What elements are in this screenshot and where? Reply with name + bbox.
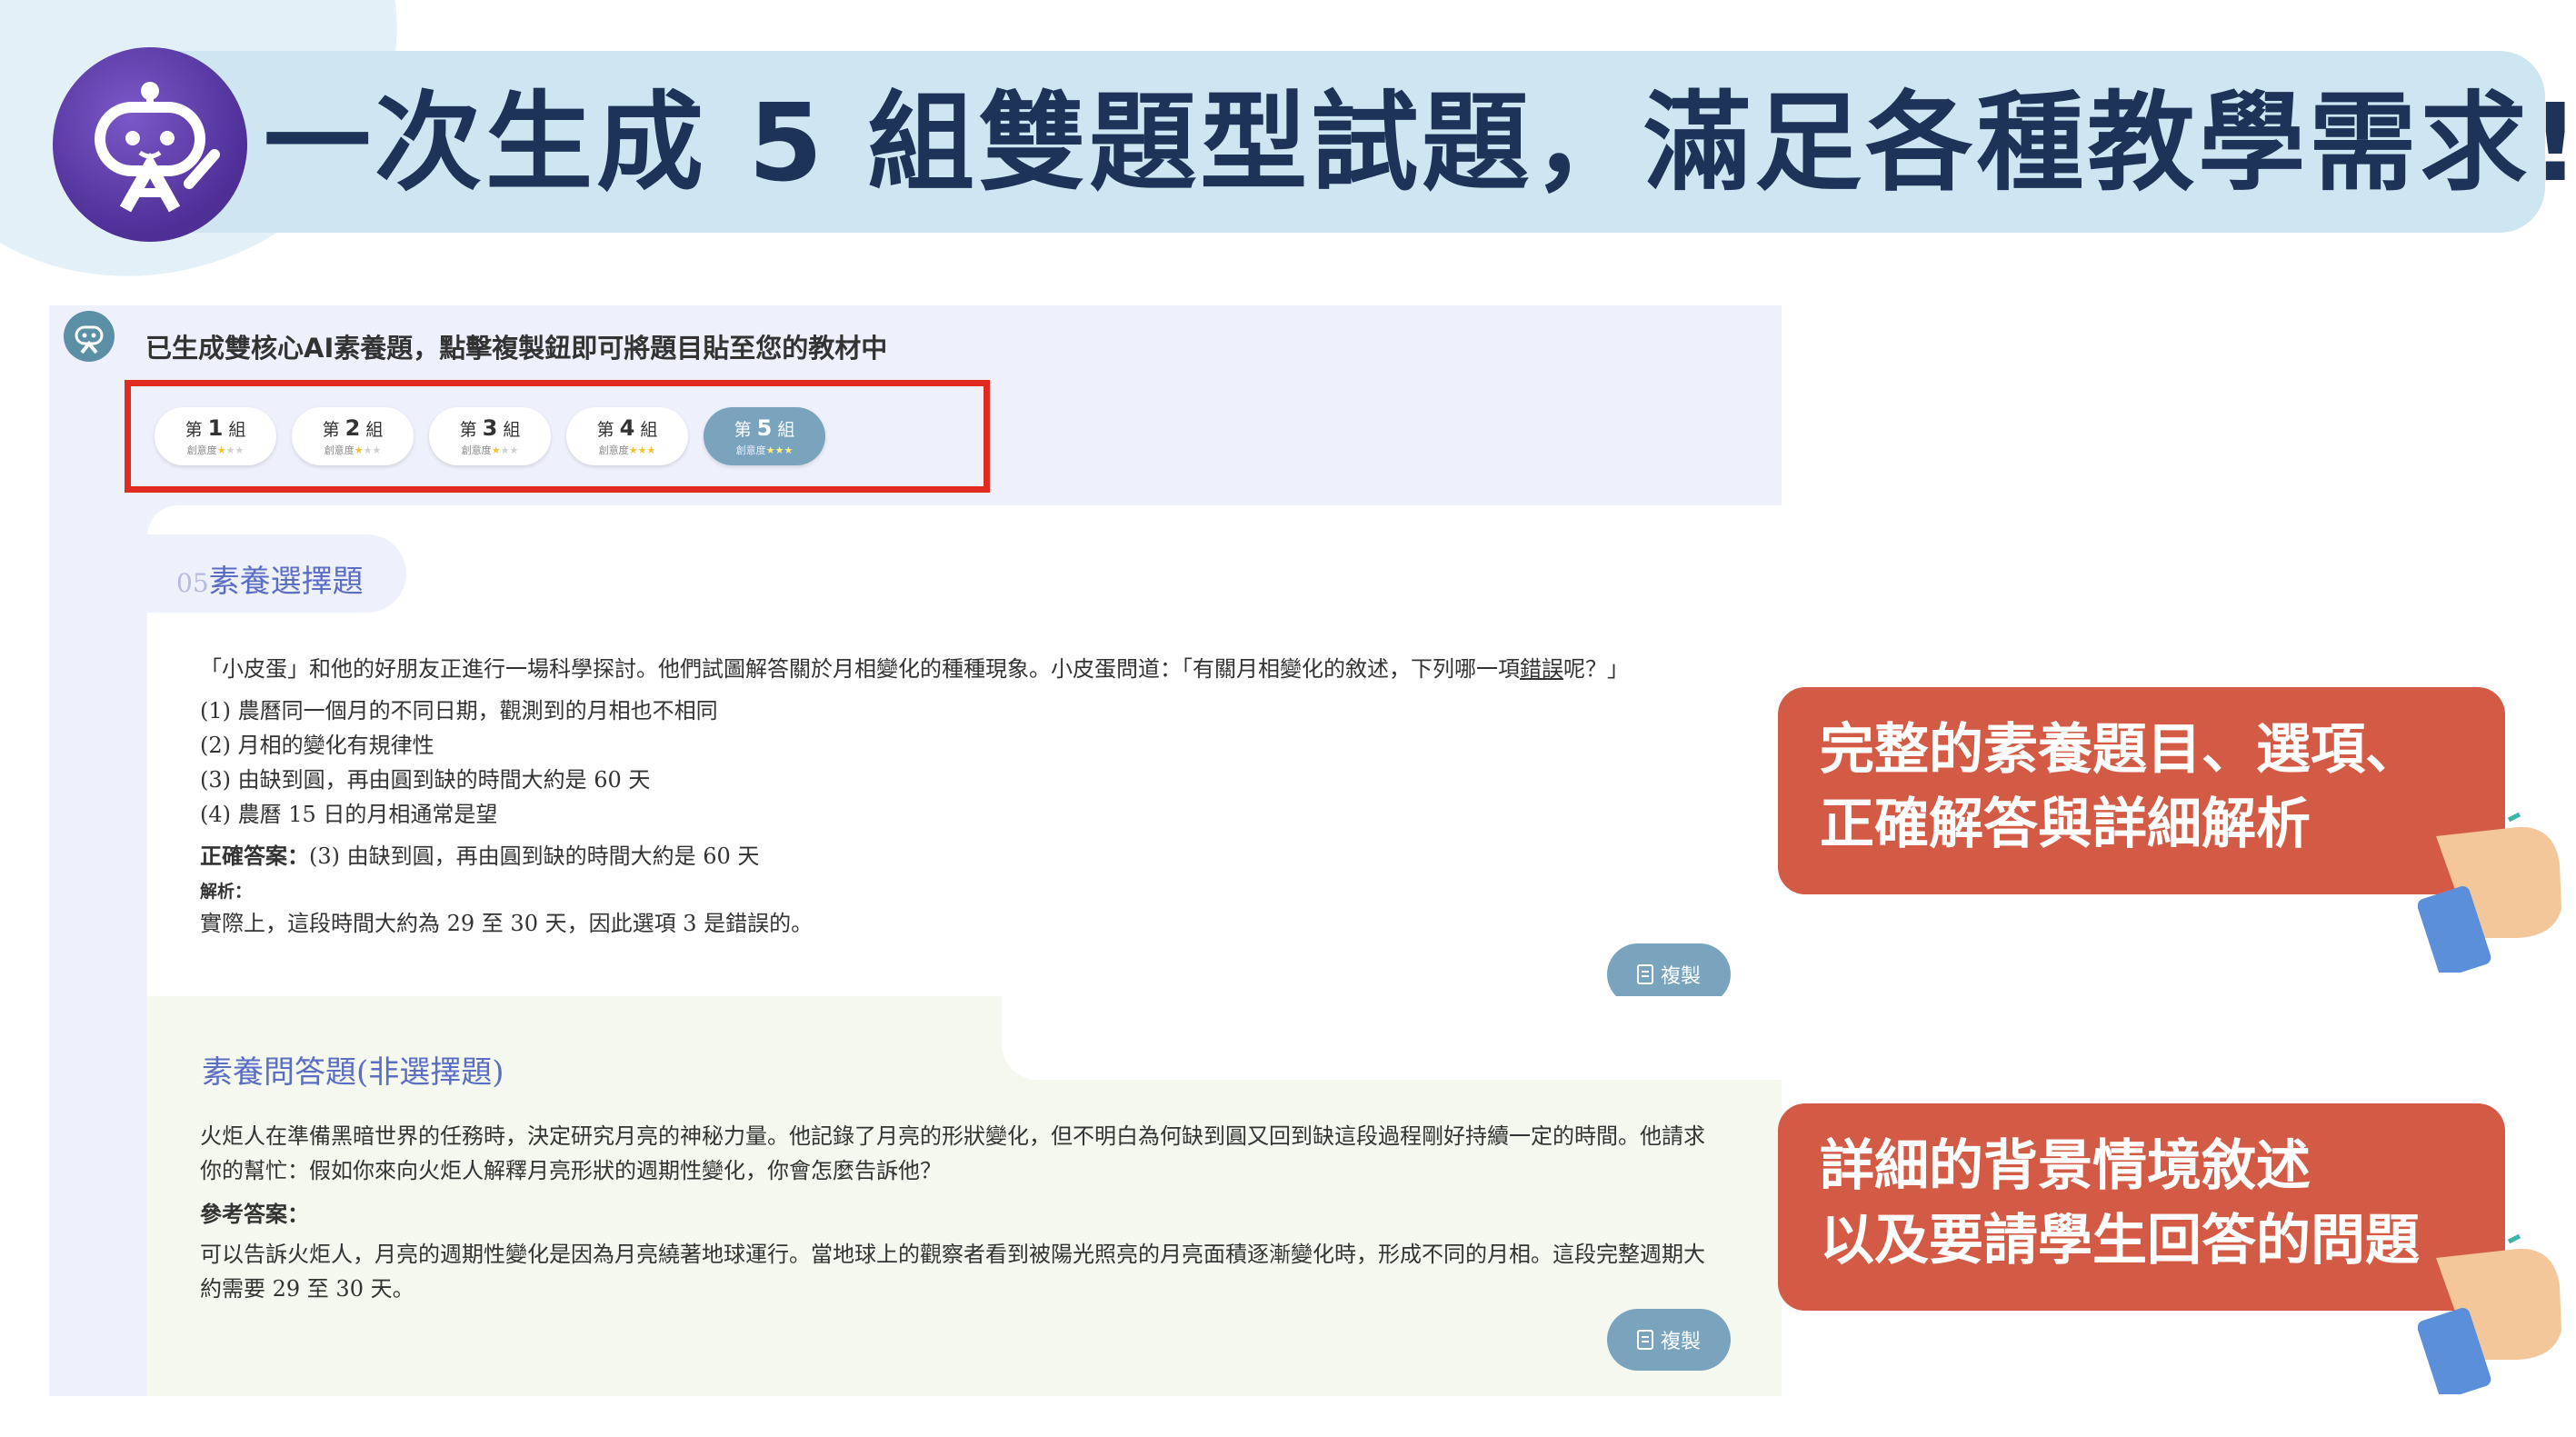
creativity-rating: 創意度★★★ <box>736 443 794 457</box>
q2-stem-line2: 你的幫忙：假如你來向火炬人解釋月亮形狀的週期性變化，你會怎麼告訴他？ <box>200 1158 942 1183</box>
group-number: 2 <box>344 415 361 441</box>
group-tab-5[interactable]: 第 5 組創意度★★★ <box>704 407 825 465</box>
question-tab-label: 05素養選擇題 <box>176 556 364 601</box>
group-tab-1[interactable]: 第 1 組創意度★★★ <box>155 407 276 465</box>
group-tab-label: 第 4 組 <box>597 415 658 441</box>
group-suffix: 組 <box>640 420 658 440</box>
stem-prefix: 「小皮蛋」和他的好朋友正進行一場科學探討。他們試圖解答關於月相變化的種種現象。小… <box>200 656 1520 682</box>
star-icon: ★ <box>628 444 638 456</box>
pointing-hand-icon <box>2418 812 2561 973</box>
creativity-label: 創意度 <box>324 444 354 456</box>
star-icon: ★ <box>774 444 784 456</box>
creativity-rating: 創意度★★★ <box>599 443 656 457</box>
group-number: 5 <box>756 415 773 441</box>
group-prefix: 第 <box>596 420 614 440</box>
option-3: (3) 由缺到圓，再由圓到缺的時間大約是 60 天 <box>200 767 651 793</box>
star-icon: ★ <box>784 444 794 456</box>
explanation-label: 解析： <box>200 882 253 902</box>
question-type-label-2: 素養問答題(非選擇題) <box>202 1054 504 1091</box>
group-suffix: 組 <box>777 420 795 440</box>
group-prefix: 第 <box>185 420 203 440</box>
group-number: 4 <box>619 415 635 441</box>
callout-question-details: 完整的素養題目、選項、 正確解答與詳細解析 <box>1778 687 2505 894</box>
creativity-rating: 創意度★★★ <box>462 443 519 457</box>
reference-answer-label: 參考答案： <box>200 1202 309 1227</box>
callout-line: 以及要請學生回答的問題 <box>1820 1209 2420 1272</box>
star-icon: ★ <box>216 444 226 456</box>
creativity-rating: 創意度★★★ <box>324 443 382 457</box>
card-notch <box>1002 996 1782 1080</box>
star-icon: ★ <box>646 444 656 456</box>
copy-button-q2[interactable]: 複製 <box>1607 1309 1731 1371</box>
q2-answer-line2: 約需要 29 至 30 天。 <box>200 1276 414 1302</box>
creativity-label: 創意度 <box>598 444 629 456</box>
option-4: (4) 農曆 15 日的月相通常是望 <box>200 802 498 827</box>
star-icon: ★ <box>637 444 647 456</box>
copy-label: 複製 <box>1660 965 1701 988</box>
answer-label: 正確答案： <box>200 843 309 869</box>
group-suffix: 組 <box>503 420 521 440</box>
star-icon: ★ <box>509 444 519 456</box>
star-icon: ★ <box>372 444 382 456</box>
star-icon: ★ <box>225 444 235 456</box>
group-tab-4[interactable]: 第 4 組創意度★★★ <box>566 407 688 465</box>
page-title: 一次生成 5 組雙題型試題，滿足各種教學需求! <box>264 80 2576 205</box>
group-tab-2[interactable]: 第 2 組創意度★★★ <box>292 407 414 465</box>
clipboard-icon <box>1636 1330 1653 1350</box>
group-suffix: 組 <box>228 420 246 440</box>
question-type-label: 素養選擇題 <box>208 564 364 600</box>
star-icon: ★ <box>765 444 775 456</box>
stem-underlined: 錯誤 <box>1520 656 1563 682</box>
group-suffix: 組 <box>365 420 384 440</box>
group-tab-3[interactable]: 第 3 組創意度★★★ <box>429 407 551 465</box>
callout-line: 完整的素養題目、選項、 <box>1820 718 2420 782</box>
answer-text: (3) 由缺到圓，再由圓到缺的時間大約是 60 天 <box>309 843 760 869</box>
pointing-hand-icon <box>2418 1233 2561 1394</box>
stem-suffix: 呢？」 <box>1563 656 1629 682</box>
star-icon: ★ <box>500 444 510 456</box>
intro-message: 已生成雙核心AI素養題，點擊複製鈕即可將題目貼至您的教材中 <box>145 333 888 364</box>
option-1: (1) 農曆同一個月的不同日期，觀測到的月相也不相同 <box>200 698 718 723</box>
explanation-text: 實際上，這段時間大約為 29 至 30 天，因此選項 3 是錯誤的。 <box>200 911 814 936</box>
group-tabs: 第 1 組創意度★★★ 第 2 組創意度★★★ 第 3 組創意度★★★ 第 4 組創意… <box>155 407 825 465</box>
group-tab-label: 第 5 組 <box>734 415 795 441</box>
creativity-label: 創意度 <box>735 444 766 456</box>
callout-line: 詳細的背景情境敘述 <box>1820 1134 2311 1198</box>
group-tab-label: 第 3 組 <box>460 415 521 441</box>
answer-row: 正確答案：(3) 由缺到圓，再由圓到缺的時間大約是 60 天 <box>200 838 759 870</box>
option-2: (2) 月相的變化有規律性 <box>200 733 434 758</box>
group-prefix: 第 <box>734 420 752 440</box>
creativity-label: 創意度 <box>461 444 492 456</box>
question-stem: 「小皮蛋」和他的好朋友正進行一場科學探討。他們試圖解答關於月相變化的種種現象。小… <box>200 651 1629 683</box>
creativity-rating: 創意度★★★ <box>187 443 245 457</box>
group-prefix: 第 <box>322 420 340 440</box>
group-tab-label: 第 2 組 <box>323 415 384 441</box>
ai-robot-logo-icon <box>53 47 247 242</box>
bot-avatar-icon <box>64 311 115 362</box>
callout-open-question: 詳細的背景情境敘述 以及要請學生回答的問題 <box>1778 1103 2505 1311</box>
copy-label: 複製 <box>1660 1331 1701 1353</box>
star-icon: ★ <box>235 444 245 456</box>
q2-stem-line1: 火炬人在準備黑暗世界的任務時，決定研究月亮的神秘力量。他記錄了月亮的形狀變化，但… <box>200 1123 1705 1149</box>
group-number: 1 <box>207 415 224 441</box>
star-icon: ★ <box>491 444 501 456</box>
callout-line: 正確解答與詳細解析 <box>1820 793 2311 856</box>
star-icon: ★ <box>354 444 364 456</box>
group-prefix: 第 <box>459 420 477 440</box>
q2-answer-line1: 可以告訴火炬人，月亮的週期性變化是因為月亮繞著地球運行。當地球上的觀察者看到被陽… <box>200 1242 1705 1267</box>
question-index: 05 <box>176 568 209 598</box>
creativity-label: 創意度 <box>186 444 217 456</box>
star-icon: ★ <box>363 444 373 456</box>
group-tab-label: 第 1 組 <box>185 415 246 441</box>
group-number: 3 <box>482 415 498 441</box>
clipboard-icon <box>1636 964 1653 984</box>
